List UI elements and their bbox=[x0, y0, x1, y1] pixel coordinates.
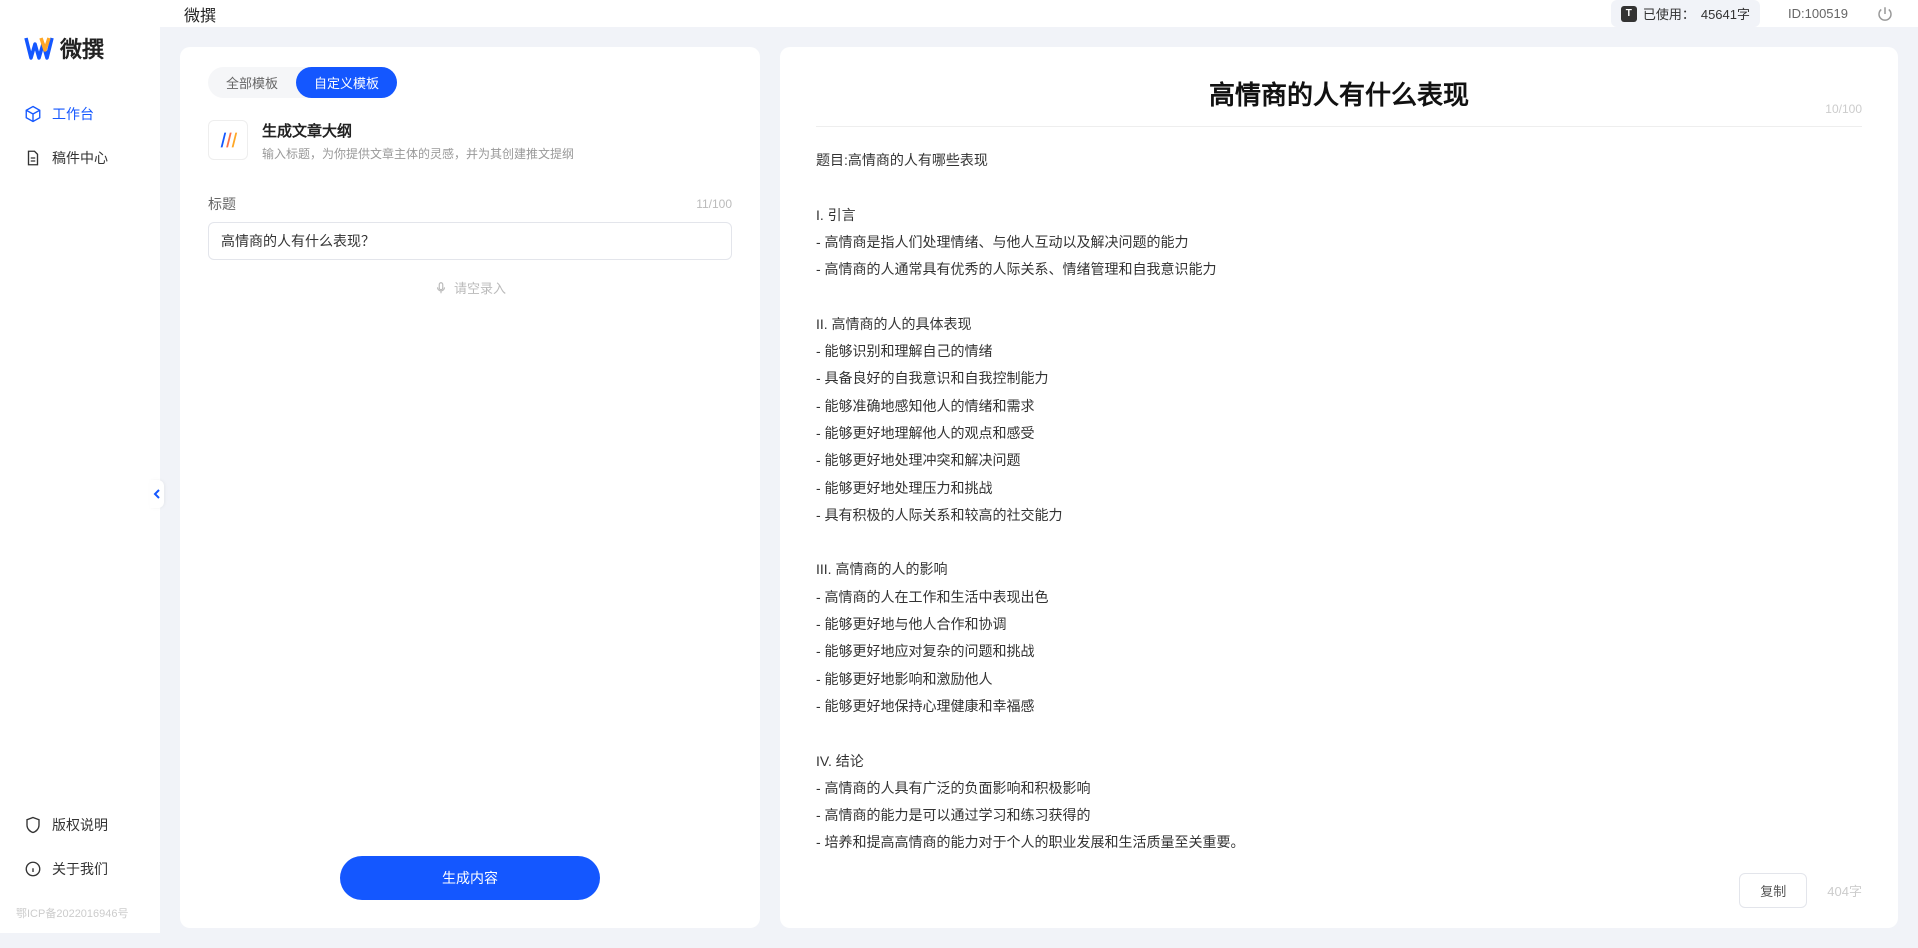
input-panel: 全部模板 自定义模板 生成文章大纲 输入标题，为你提供文章主体的灵感，并为其创建… bbox=[180, 47, 760, 928]
power-icon[interactable] bbox=[1876, 5, 1894, 23]
topbar: 微撰 T 已使用： 45641字 ID:100519 bbox=[160, 0, 1918, 27]
template-title: 生成文章大纲 bbox=[262, 120, 732, 141]
template-tabs: 全部模板 自定义模板 bbox=[208, 67, 397, 98]
logo-icon bbox=[24, 36, 54, 60]
title-input[interactable] bbox=[208, 222, 732, 260]
copy-button[interactable]: 复制 bbox=[1739, 873, 1807, 908]
usage-value: 45641字 bbox=[1701, 4, 1750, 23]
output-panel: 高情商的人有什么表现 10/100 题目:高情商的人有哪些表现 I. 引言 - … bbox=[780, 47, 1898, 928]
logo: 微撰 bbox=[0, 20, 160, 94]
nav-label: 工作台 bbox=[52, 104, 94, 124]
output-title: 高情商的人有什么表现 bbox=[1209, 75, 1469, 112]
nav-label: 关于我们 bbox=[52, 859, 108, 879]
title-char-count: 11/100 bbox=[696, 197, 732, 211]
output-word-count: 404字 bbox=[1827, 881, 1862, 900]
icp-text: 鄂ICP备2022016946号 bbox=[0, 905, 160, 933]
usage-pill[interactable]: T 已使用： 45641字 bbox=[1611, 0, 1760, 27]
chevron-left-icon bbox=[152, 489, 162, 499]
t-badge-icon: T bbox=[1621, 6, 1637, 22]
app-title: 微撰 bbox=[184, 2, 216, 26]
tab-custom-templates[interactable]: 自定义模板 bbox=[296, 67, 397, 98]
usage-label: 已使用： bbox=[1643, 4, 1695, 23]
main-nav: 工作台 稿件中心 bbox=[0, 94, 160, 805]
user-id: ID:100519 bbox=[1788, 6, 1848, 21]
nav-item-copyright[interactable]: 版权说明 bbox=[16, 805, 144, 845]
info-icon bbox=[24, 860, 42, 878]
title-field-label: 标题 bbox=[208, 194, 236, 214]
template-card: 生成文章大纲 输入标题，为你提供文章主体的灵感，并为其创建推文提纲 bbox=[208, 116, 732, 182]
generate-button[interactable]: 生成内容 bbox=[340, 856, 600, 900]
nav-label: 版权说明 bbox=[52, 815, 108, 835]
nav-item-workspace[interactable]: 工作台 bbox=[16, 94, 144, 134]
tab-all-templates[interactable]: 全部模板 bbox=[208, 67, 296, 98]
logo-text: 微撰 bbox=[60, 32, 104, 64]
output-title-count: 10/100 bbox=[1825, 102, 1862, 116]
shield-icon bbox=[24, 816, 42, 834]
template-desc: 输入标题，为你提供文章主体的灵感，并为其创建推文提纲 bbox=[262, 145, 732, 162]
voice-label: 请空录入 bbox=[454, 278, 506, 297]
nav-item-drafts[interactable]: 稿件中心 bbox=[16, 138, 144, 178]
sidebar-footer: 版权说明 关于我们 bbox=[0, 805, 160, 905]
sidebar: 微撰 工作台 稿件中心 版权说明 关于我们 鄂ICP备2022016946号 bbox=[0, 0, 160, 933]
voice-input-button[interactable]: 请空录入 bbox=[208, 278, 732, 297]
template-icon bbox=[208, 120, 248, 160]
cube-icon bbox=[24, 105, 42, 123]
output-body: 题目:高情商的人有哪些表现 I. 引言 - 高情商是指人们处理情绪、与他人互动以… bbox=[816, 127, 1862, 857]
document-icon bbox=[24, 149, 42, 167]
sidebar-collapse-handle[interactable] bbox=[150, 480, 164, 508]
nav-item-about[interactable]: 关于我们 bbox=[16, 849, 144, 889]
mic-icon bbox=[434, 281, 448, 295]
nav-label: 稿件中心 bbox=[52, 148, 108, 168]
